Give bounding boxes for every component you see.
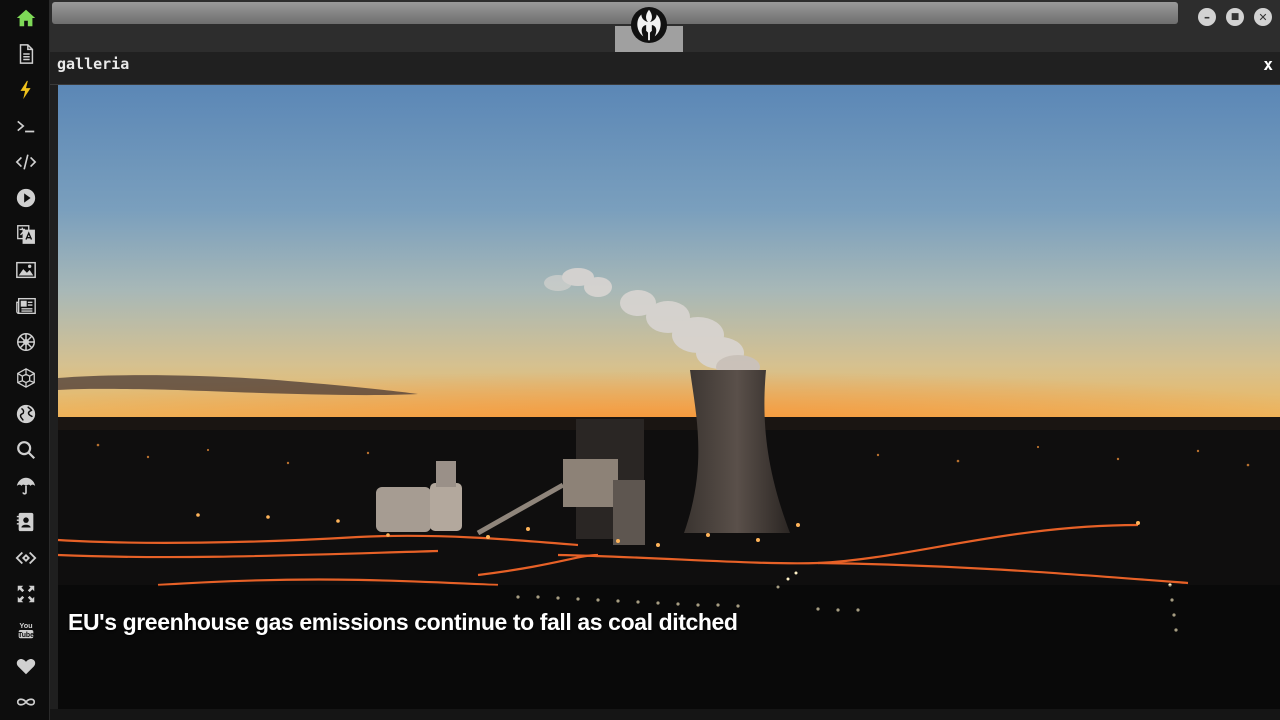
home-icon [16, 9, 36, 27]
heart-icon [16, 659, 36, 675]
sidebar-item-play[interactable] [13, 185, 39, 211]
sidebar-item-document[interactable] [13, 41, 39, 67]
sidebar-item-umbrella[interactable] [13, 473, 39, 499]
rebel-alliance-icon [630, 6, 668, 44]
youtube-icon: You Tube [18, 621, 34, 639]
gallery-title: galleria [57, 55, 130, 73]
sidebar-item-terminal[interactable] [13, 113, 39, 139]
bottom-bar [50, 709, 1280, 720]
code-icon [15, 154, 37, 170]
newspaper-icon [16, 297, 36, 315]
sidebar-item-image[interactable] [13, 257, 39, 283]
sidebar-item-expand[interactable] [13, 581, 39, 607]
sidebar-item-link-code[interactable] [13, 545, 39, 571]
sidebar-item-lightning[interactable] [13, 77, 39, 103]
sidebar-item-youtube[interactable]: You Tube [13, 617, 39, 643]
polyhedron-icon [17, 368, 35, 388]
maximize-icon: ■ [1230, 11, 1240, 22]
terminal-icon [17, 120, 35, 133]
minimize-icon: – [1204, 10, 1210, 24]
panel-left-edge [50, 85, 58, 709]
sidebar-item-settings-wheel[interactable] [13, 329, 39, 355]
sidebar-item-polyhedron[interactable] [13, 365, 39, 391]
infinity-icon [16, 698, 36, 706]
sidebar-item-contact-card[interactable] [13, 509, 39, 535]
translate-icon [17, 225, 35, 244]
center-logo-tab[interactable] [615, 0, 683, 52]
settings-wheel-icon [17, 333, 35, 351]
sidebar-item-newspaper[interactable] [13, 293, 39, 319]
svg-text:Tube: Tube [18, 632, 34, 639]
umbrella-icon [16, 477, 36, 495]
gallery-photo[interactable]: EU's greenhouse gas emissions continue t… [58, 85, 1280, 709]
gallery-panel-header: galleria x [50, 52, 1280, 85]
sidebar-item-search[interactable] [13, 437, 39, 463]
gallery-close-button[interactable]: x [1263, 55, 1273, 74]
sidebar: You Tube [0, 0, 50, 720]
play-icon [16, 188, 36, 208]
globe-icon [16, 404, 36, 424]
search-icon [17, 441, 36, 460]
sidebar-item-heart[interactable] [13, 653, 39, 679]
photo-caption[interactable]: EU's greenhouse gas emissions continue t… [68, 609, 738, 636]
maximize-button[interactable]: ■ [1226, 8, 1244, 26]
expand-icon [17, 585, 35, 603]
sidebar-item-translate[interactable] [13, 221, 39, 247]
sidebar-item-home[interactable] [13, 5, 39, 31]
image-icon [16, 261, 36, 279]
document-icon [19, 44, 34, 64]
close-icon: ✕ [1258, 10, 1268, 24]
sidebar-item-code[interactable] [13, 149, 39, 175]
lightning-icon [20, 80, 31, 100]
minimize-button[interactable]: – [1198, 8, 1216, 26]
top-bar: – ■ ✕ [50, 0, 1280, 52]
sidebar-item-infinity[interactable] [13, 689, 39, 715]
contact-card-icon [16, 512, 34, 532]
sidebar-item-globe[interactable] [13, 401, 39, 427]
close-window-button[interactable]: ✕ [1254, 8, 1272, 26]
link-code-icon [15, 551, 37, 565]
svg-text:You: You [19, 621, 32, 630]
